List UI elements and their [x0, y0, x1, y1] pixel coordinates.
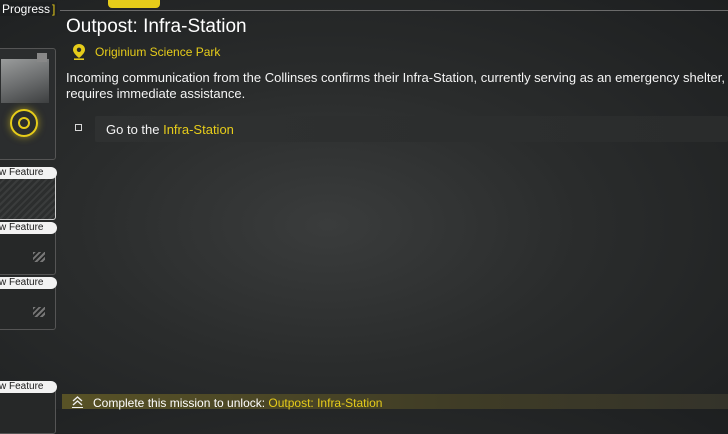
locked-stripe-icon — [33, 252, 45, 262]
top-bar — [0, 0, 728, 14]
unlock-target: Outpost: Infra-Station — [268, 396, 383, 410]
new-feature-card-3[interactable]: w Feature — [0, 277, 57, 330]
mission-location[interactable]: Originium Science Park — [72, 44, 220, 60]
new-feature-label: w Feature — [0, 381, 57, 393]
task-text: Go to the Infra-Station — [106, 122, 234, 137]
active-tab-indicator[interactable] — [108, 0, 160, 8]
mission-description: Incoming communication from the Collinse… — [66, 70, 725, 101]
task-target: Infra-Station — [163, 122, 234, 137]
mission-title: Outpost: Infra-Station — [66, 16, 247, 37]
thumbnail-badge — [37, 53, 47, 62]
new-feature-card-4[interactable]: w Feature — [0, 381, 57, 434]
location-name: Originium Science Park — [95, 45, 221, 59]
new-feature-label: w Feature — [0, 222, 57, 234]
new-feature-card-2[interactable]: w Feature — [0, 222, 57, 275]
task-row[interactable]: Go to the Infra-Station — [95, 116, 728, 142]
unlock-banner: Complete this mission to unlock: Outpost… — [62, 394, 728, 410]
task-checkbox — [75, 124, 82, 131]
unlock-prefix: Complete this mission to unlock: — [93, 396, 269, 410]
new-feature-label: w Feature — [0, 167, 57, 179]
target-ring-icon — [10, 109, 38, 137]
double-chevron-up-icon — [72, 396, 83, 408]
map-pin-icon — [73, 44, 85, 60]
locked-stripe-icon — [33, 307, 45, 317]
task-prefix: Go to the — [106, 122, 164, 137]
mission-sidebar: w Feature w Feature w Feature w Feature — [0, 0, 58, 434]
current-mission-card[interactable] — [0, 48, 56, 160]
new-feature-card-1[interactable]: w Feature — [0, 167, 57, 220]
new-feature-label: w Feature — [0, 277, 57, 289]
mission-thumbnail — [1, 53, 49, 103]
unlock-text: Complete this mission to unlock: Outpost… — [93, 396, 382, 410]
top-divider — [60, 10, 728, 11]
